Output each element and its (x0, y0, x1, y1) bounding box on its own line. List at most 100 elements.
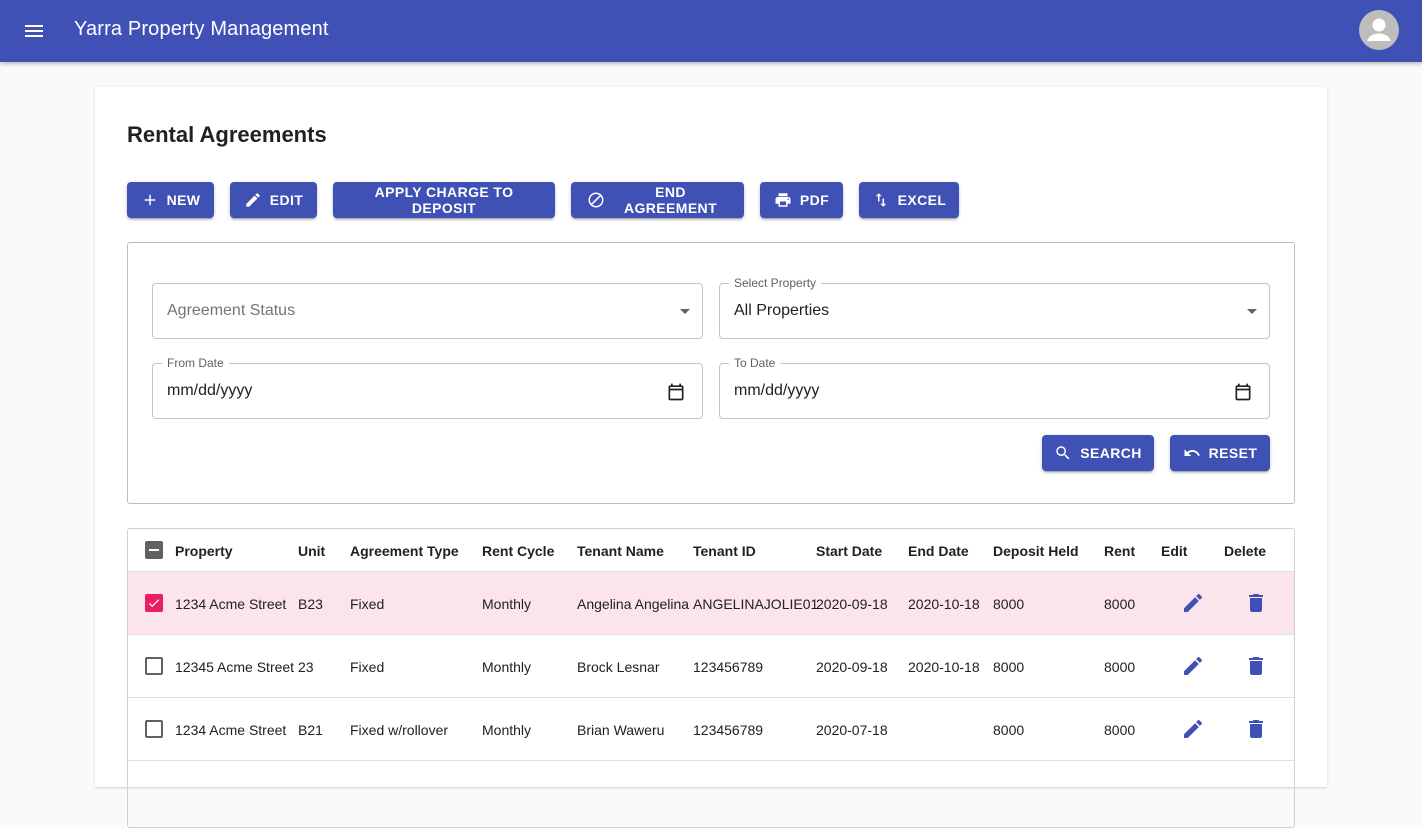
reset-button[interactable]: RESET (1170, 435, 1270, 471)
cell-tenant-id: 123456789 (693, 659, 764, 675)
cell-deposit-held: 8000 (993, 596, 1025, 612)
calendar-icon[interactable] (666, 382, 686, 402)
main-panel: Rental Agreements NEW EDIT APPLY CHARGE … (95, 87, 1327, 828)
row-delete-trash-icon[interactable] (1244, 591, 1268, 615)
cell-agreement-type: Fixed (350, 596, 385, 612)
cell-start-date: 2020-09-18 (816, 596, 888, 612)
property-select-value: All Properties (734, 302, 830, 319)
property-select[interactable]: Select Property All Properties (719, 276, 1270, 339)
table-header-row: Property Unit Agreement Type Rent Cycle … (128, 529, 1294, 572)
search-button[interactable]: SEARCH (1042, 435, 1154, 471)
cell-unit: B23 (298, 596, 323, 612)
cell-rent-cycle: Monthly (482, 659, 532, 675)
cell-agreement-type: Fixed w/rollover (350, 722, 449, 738)
row-checkbox[interactable] (145, 720, 163, 738)
table-row[interactable]: 1234 Acme Street B23 Fixed Monthly Angel… (128, 572, 1294, 635)
agreement-status-placeholder: Agreement Status (167, 302, 296, 319)
cell-property: 1234 Acme Street (175, 596, 287, 612)
cell-start-date: 2020-09-18 (816, 659, 888, 675)
excel-button-label: EXCEL (897, 192, 947, 208)
printer-icon (775, 193, 791, 207)
from-date-label: From Date (162, 356, 229, 370)
pencil-icon (246, 193, 260, 207)
row-delete-trash-icon[interactable] (1244, 717, 1268, 741)
from-date-value: mm/dd/yyyy (167, 382, 253, 399)
row-edit-pencil-icon[interactable] (1181, 591, 1205, 615)
cell-unit: B21 (298, 722, 323, 738)
row-checkbox[interactable] (145, 594, 163, 612)
cell-end-date: 2020-10-18 (908, 596, 980, 612)
dropdown-arrow-icon (680, 309, 690, 314)
menu-icon[interactable] (21, 19, 47, 43)
new-button[interactable]: NEW (127, 182, 214, 218)
cell-tenant-name: Brock Lesnar (577, 659, 660, 675)
cell-tenant-id: ANGELINAJOLIE01 (693, 596, 819, 612)
search-icon (1056, 446, 1070, 460)
excel-button[interactable]: EXCEL (859, 182, 959, 218)
cell-tenant-name: Angelina Angelina (577, 596, 690, 612)
cell-tenant-id: 123456789 (693, 722, 764, 738)
cell-property: 12345 Acme Street (175, 659, 295, 675)
row-delete-trash-icon[interactable] (1244, 654, 1268, 678)
page-title: Rental Agreements (127, 122, 327, 147)
table-row[interactable]: 1234 Acme Street B21 Fixed w/rollover Mo… (128, 698, 1294, 761)
header-tenant-id[interactable]: Tenant ID (693, 543, 756, 559)
apply-charge-to-deposit-button[interactable]: APPLY CHARGE TO DEPOSIT (333, 182, 555, 218)
cell-tenant-name: Brian Waweru (577, 722, 665, 738)
end-agreement-button[interactable]: END AGREEMENT (571, 182, 744, 218)
cell-rent-cycle: Monthly (482, 596, 532, 612)
from-date-input[interactable]: From Date mm/dd/yyyy (152, 356, 703, 419)
to-date-label: To Date (729, 356, 781, 370)
to-date-input[interactable]: To Date mm/dd/yyyy (719, 356, 1270, 419)
filter-panel: Agreement Status Select Property All Pro… (127, 242, 1295, 504)
cell-rent-cycle: Monthly (482, 722, 532, 738)
header-unit[interactable]: Unit (298, 543, 325, 559)
calendar-icon[interactable] (1233, 382, 1253, 402)
pdf-button-label: PDF (799, 192, 830, 208)
property-select-label: Select Property (729, 276, 822, 290)
undo-icon (1184, 449, 1200, 456)
app-bar: Yarra Property Management (0, 0, 1422, 62)
edit-button[interactable]: EDIT (230, 182, 317, 218)
row-edit-pencil-icon[interactable] (1181, 717, 1205, 741)
account-avatar-icon[interactable] (1359, 10, 1399, 50)
cell-property: 1234 Acme Street (175, 722, 287, 738)
swap-vert-icon (875, 193, 886, 207)
cell-rent: 8000 (1104, 659, 1136, 675)
header-deposit-held[interactable]: Deposit Held (993, 543, 1079, 559)
app-title: Yarra Property Management (74, 18, 329, 40)
plus-icon (144, 194, 155, 206)
header-property[interactable]: Property (175, 543, 233, 559)
header-delete: Delete (1224, 543, 1267, 559)
header-start-date[interactable]: Start Date (816, 543, 882, 559)
cell-unit: 23 (298, 659, 314, 675)
table-row[interactable]: 12345 Acme Street 23 Fixed Monthly Brock… (128, 635, 1294, 698)
header-rent-cycle[interactable]: Rent Cycle (482, 543, 554, 559)
header-edit: Edit (1161, 543, 1188, 559)
header-rent[interactable]: Rent (1104, 543, 1135, 559)
header-end-date[interactable]: End Date (908, 543, 969, 559)
row-checkbox[interactable] (145, 657, 163, 675)
agreement-status-select[interactable]: Agreement Status (152, 283, 703, 339)
cell-deposit-held: 8000 (993, 722, 1025, 738)
end-agreement-button-label: END AGREEMENT (623, 184, 718, 216)
header-tenant-name[interactable]: Tenant Name (577, 543, 664, 559)
to-date-value: mm/dd/yyyy (734, 382, 820, 399)
edit-button-label: EDIT (269, 192, 304, 208)
row-edit-pencil-icon[interactable] (1181, 654, 1205, 678)
select-all-checkbox[interactable] (145, 541, 163, 559)
cell-rent: 8000 (1104, 722, 1136, 738)
agreements-table: Property Unit Agreement Type Rent Cycle … (127, 528, 1295, 828)
cell-start-date: 2020-07-18 (816, 722, 888, 738)
dropdown-arrow-icon (1247, 309, 1257, 314)
cell-rent: 8000 (1104, 596, 1136, 612)
reset-button-label: RESET (1208, 445, 1258, 461)
header-agreement-type[interactable]: Agreement Type (350, 543, 459, 559)
cell-end-date: 2020-10-18 (908, 659, 980, 675)
cell-agreement-type: Fixed (350, 659, 385, 675)
block-icon (588, 192, 604, 208)
cell-deposit-held: 8000 (993, 659, 1025, 675)
pdf-button[interactable]: PDF (760, 182, 843, 218)
new-button-label: NEW (166, 192, 201, 208)
apply-charge-button-label: APPLY CHARGE TO DEPOSIT (374, 184, 514, 216)
